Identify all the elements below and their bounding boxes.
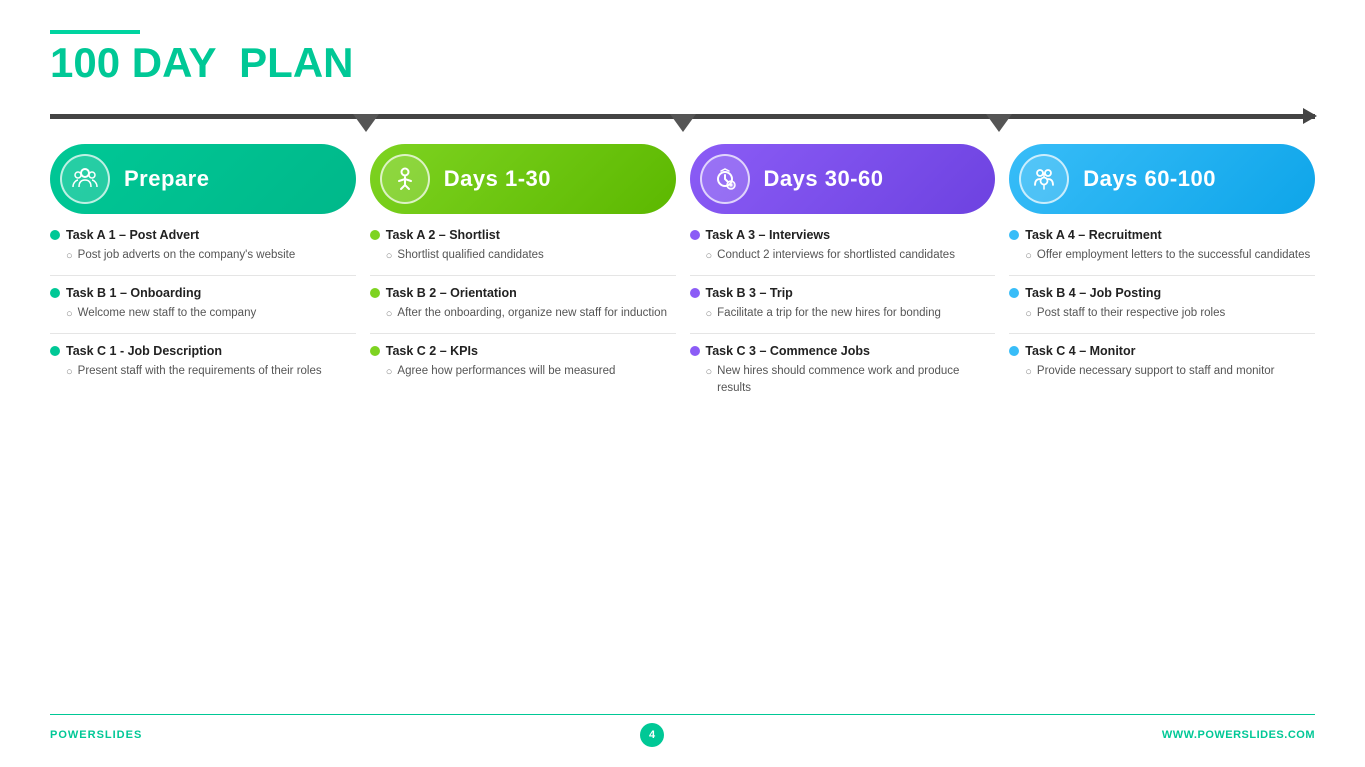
header-accent-line (50, 30, 140, 34)
timeline-tick-3 (986, 114, 1012, 132)
task-c3-title: Task C 3 – Commence Jobs (690, 344, 996, 358)
phase-label-days3060: Days 30-60 (764, 166, 884, 192)
phase-badge-days130: Days 1-30 (370, 144, 676, 214)
timeline-line (50, 114, 1315, 119)
task-dot-a4 (1009, 230, 1019, 240)
phase-icon-days60100 (1019, 154, 1069, 204)
task-b3-title: Task B 3 – Trip (690, 286, 996, 300)
task-dot-a3 (690, 230, 700, 240)
task-a2-title: Task A 2 – Shortlist (370, 228, 676, 242)
footer-page-number: 4 (640, 723, 664, 747)
task-c2-title: Task C 2 – KPIs (370, 344, 676, 358)
task-a4-body: ○ Offer employment letters to the succes… (1009, 247, 1315, 265)
task-b2-body: ○ After the onboarding, organize new sta… (370, 305, 676, 323)
task-a1-title: Task A 1 – Post Advert (50, 228, 356, 242)
phase-label-prepare: Prepare (124, 166, 209, 192)
page-title: 100 DAY PLAN (50, 42, 1315, 84)
column-prepare: Prepare Task A 1 – Post Advert ○ Post jo… (50, 144, 356, 714)
task-a3-title: Task A 3 – Interviews (690, 228, 996, 242)
phase-icon-days3060 (700, 154, 750, 204)
task-group-c3: Task C 3 – Commence Jobs ○ New hires sho… (690, 344, 996, 406)
footer-brand-green: SLIDES (97, 729, 143, 741)
footer-brand: POWERSLIDES (50, 729, 142, 741)
task-c2-body: ○ Agree how performances will be measure… (370, 363, 676, 381)
task-dot-b4 (1009, 288, 1019, 298)
task-group-c2: Task C 2 – KPIs ○ Agree how performances… (370, 344, 676, 391)
phase-icon-days130 (380, 154, 430, 204)
task-group-b4: Task B 4 – Job Posting ○ Post staff to t… (1009, 286, 1315, 334)
phase-label-days130: Days 1-30 (444, 166, 551, 192)
header: 100 DAY PLAN (50, 30, 1315, 84)
task-b4-body: ○ Post staff to their respective job rol… (1009, 305, 1315, 323)
phase-label-days60100: Days 60-100 (1083, 166, 1216, 192)
task-c1-body: ○ Present staff with the requirements of… (50, 363, 356, 381)
task-b4-title: Task B 4 – Job Posting (1009, 286, 1315, 300)
task-a1-body: ○ Post job adverts on the company's webs… (50, 247, 356, 265)
timeline-tick-1 (353, 114, 379, 132)
footer-url: WWW.POWERSLIDES.COM (1162, 729, 1315, 741)
phase-badge-days60100: Days 60-100 (1009, 144, 1315, 214)
task-a2-body: ○ Shortlist qualified candidates (370, 247, 676, 265)
task-group-a2: Task A 2 – Shortlist ○ Shortlist qualifi… (370, 228, 676, 276)
task-group-a1: Task A 1 – Post Advert ○ Post job advert… (50, 228, 356, 276)
task-dot-a2 (370, 230, 380, 240)
task-a4-title: Task A 4 – Recruitment (1009, 228, 1315, 242)
task-dot-b1 (50, 288, 60, 298)
timeline (50, 102, 1315, 130)
task-group-b3: Task B 3 – Trip ○ Facilitate a trip for … (690, 286, 996, 334)
task-dot-c3 (690, 346, 700, 356)
task-dot-c1 (50, 346, 60, 356)
columns-container: Prepare Task A 1 – Post Advert ○ Post jo… (50, 144, 1315, 714)
phase-badge-days3060: Days 30-60 (690, 144, 996, 214)
task-group-c1: Task C 1 - Job Description ○ Present sta… (50, 344, 356, 391)
timeline-tick-2 (670, 114, 696, 132)
footer-brand-black: POWER (50, 729, 97, 741)
task-c1-title: Task C 1 - Job Description (50, 344, 356, 358)
task-b1-title: Task B 1 – Onboarding (50, 286, 356, 300)
task-dot-b3 (690, 288, 700, 298)
task-group-c4: Task C 4 – Monitor ○ Provide necessary s… (1009, 344, 1315, 391)
column-days3060: Days 30-60 Task A 3 – Interviews ○ Condu… (690, 144, 996, 714)
task-c4-title: Task C 4 – Monitor (1009, 344, 1315, 358)
task-group-b2: Task B 2 – Orientation ○ After the onboa… (370, 286, 676, 334)
task-b2-title: Task B 2 – Orientation (370, 286, 676, 300)
title-black: 100 DAY (50, 39, 216, 86)
title-green: PLAN (239, 39, 353, 86)
column-days130: Days 1-30 Task A 2 – Shortlist ○ Shortli… (370, 144, 676, 714)
task-b1-body: ○ Welcome new staff to the company (50, 305, 356, 323)
page: 100 DAY PLAN (0, 0, 1365, 767)
task-group-a3: Task A 3 – Interviews ○ Conduct 2 interv… (690, 228, 996, 276)
task-a3-body: ○ Conduct 2 interviews for shortlisted c… (690, 247, 996, 265)
task-dot-c2 (370, 346, 380, 356)
column-days60100: Days 60-100 Task A 4 – Recruitment ○ Off… (1009, 144, 1315, 714)
task-dot-b2 (370, 288, 380, 298)
footer: POWERSLIDES 4 WWW.POWERSLIDES.COM (50, 714, 1315, 747)
task-dot-a1 (50, 230, 60, 240)
task-c3-body: ○ New hires should commence work and pro… (690, 363, 996, 396)
phase-badge-prepare: Prepare (50, 144, 356, 214)
task-group-a4: Task A 4 – Recruitment ○ Offer employmen… (1009, 228, 1315, 276)
task-b3-body: ○ Facilitate a trip for the new hires fo… (690, 305, 996, 323)
task-group-b1: Task B 1 – Onboarding ○ Welcome new staf… (50, 286, 356, 334)
task-c4-body: ○ Provide necessary support to staff and… (1009, 363, 1315, 381)
task-dot-c4 (1009, 346, 1019, 356)
phase-icon-prepare (60, 154, 110, 204)
